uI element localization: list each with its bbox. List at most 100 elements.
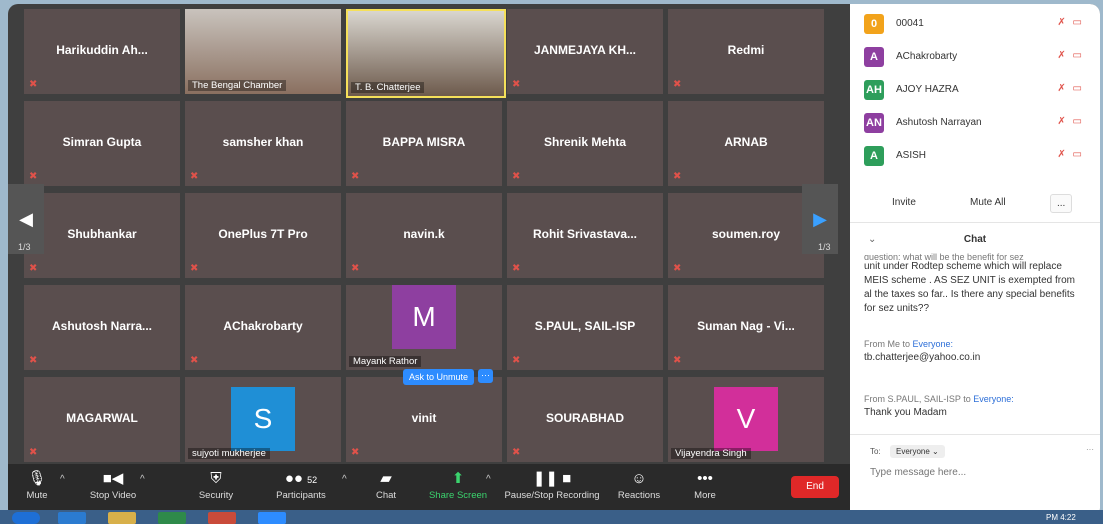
participant-name: soumen.roy <box>711 227 780 241</box>
zoom-app-icon[interactable] <box>258 512 286 524</box>
muted-mic-icon: ✖ <box>190 263 199 274</box>
panel-more-button[interactable]: ... <box>1050 194 1073 213</box>
participant-row[interactable]: AH AJOY HAZRA ✗ ▭ <box>864 80 1094 102</box>
participant-avatar: V <box>714 387 778 451</box>
participant-name: MAGARWAL <box>66 411 138 425</box>
mute-label: Mute <box>26 490 48 501</box>
folder-icon[interactable] <box>108 512 136 524</box>
video-options-caret-icon[interactable]: ^ <box>140 474 145 485</box>
recipient-dropdown[interactable]: Everyone ⌄ <box>890 445 945 458</box>
muted-status-icon: ✗ ▭ <box>1057 17 1084 28</box>
participant-tile[interactable]: SOURABHAD ✖ <box>507 377 663 462</box>
participant-name: Redmi <box>727 43 765 57</box>
participant-name: Harikuddin Ah... <box>56 43 148 57</box>
participant-tile[interactable]: V Vijayendra Singh <box>668 377 824 462</box>
participant-row-name: AChakrobarty <box>896 51 958 62</box>
mute-options-caret-icon[interactable]: ^ <box>60 474 65 485</box>
participant-name: ARNAB <box>724 135 768 149</box>
participants-button[interactable]: ●● 52 Participants <box>264 468 338 501</box>
participant-row-avatar: A <box>864 146 884 166</box>
participants-options-caret-icon[interactable]: ^ <box>342 474 347 485</box>
participant-row-name: ASISH <box>896 150 927 161</box>
chat-message-3: Thank you Madam <box>864 407 947 418</box>
participant-tile[interactable]: OnePlus 7T Pro ✖ <box>185 193 341 278</box>
start-icon[interactable] <box>12 512 40 524</box>
participant-name: JANMEJAYA KH... <box>533 43 637 57</box>
record-button[interactable]: ❚❚ ■ Pause/Stop Recording <box>502 468 602 501</box>
chrome-icon[interactable] <box>208 512 236 524</box>
muted-mic-icon: ✖ <box>351 447 360 458</box>
participant-row[interactable]: A AChakrobarty ✗ ▭ <box>864 47 1094 69</box>
excel-icon[interactable] <box>158 512 186 524</box>
ask-to-unmute-button[interactable]: Ask to Unmute <box>403 369 475 385</box>
participant-tile[interactable]: Redmi ✖ <box>668 9 824 94</box>
stop-video-button[interactable]: ■◀ Stop Video <box>76 468 150 501</box>
reactions-label: Reactions <box>617 490 661 501</box>
participant-tile[interactable]: Suman Nag - Vi... ✖ <box>668 285 824 370</box>
reactions-button[interactable]: ☺ Reactions <box>602 468 676 501</box>
participant-tile[interactable]: ARNAB ✖ <box>668 101 824 186</box>
participant-tile[interactable]: MAGARWAL ✖ <box>24 377 180 462</box>
participant-tile[interactable]: Ashutosh Narra... ✖ <box>24 285 180 370</box>
muted-mic-icon: ✖ <box>29 263 38 274</box>
participant-avatar: S <box>231 387 295 451</box>
participant-label: Mayank Rathor <box>349 356 422 367</box>
participant-row-avatar: A <box>864 47 884 67</box>
participant-tile[interactable]: Shrenik Mehta ✖ <box>507 101 663 186</box>
participant-tile[interactable]: M Mayank Rathor <box>346 285 502 370</box>
chat-message-input[interactable] <box>868 466 1092 479</box>
muted-mic-icon: ✖ <box>512 79 521 90</box>
participant-tile[interactable]: The Bengal Chamber <box>185 9 341 94</box>
muted-status-icon: ✗ ▭ <box>1057 149 1084 160</box>
participant-name: AChakrobarty <box>223 319 303 333</box>
share-screen-label: Share Screen <box>428 490 488 501</box>
security-label: Security <box>198 490 234 501</box>
chat-from-spaul-prefix: From S.PAUL, SAIL-ISP to <box>864 394 974 404</box>
participant-tile[interactable]: Ssujyoti mukherjee <box>185 377 341 462</box>
share-screen-button[interactable]: ⬆ Share Screen <box>421 468 495 501</box>
security-button[interactable]: ⛨ Security <box>179 468 253 501</box>
participant-tile[interactable]: Simran Gupta ✖ <box>24 101 180 186</box>
participant-tile[interactable]: Rohit Srivastava... ✖ <box>507 193 663 278</box>
participant-row[interactable]: AN Ashutosh Narrayan ✗ ▭ <box>864 113 1094 135</box>
smiley-icon: ☺ <box>631 470 647 487</box>
end-meeting-button[interactable]: End <box>791 476 839 498</box>
share-options-caret-icon[interactable]: ^ <box>486 474 491 485</box>
participant-name: vinit <box>411 411 437 425</box>
chat-button[interactable]: ▰ Chat <box>349 468 423 501</box>
more-button[interactable]: ••• More <box>668 468 742 501</box>
invite-button[interactable]: Invite <box>882 194 926 211</box>
participant-tile[interactable]: navin.k ✖ <box>346 193 502 278</box>
ie-icon[interactable] <box>58 512 86 524</box>
participant-name: Suman Nag - Vi... <box>697 319 795 333</box>
muted-mic-icon: ✖ <box>29 171 38 182</box>
participants-icon: ●● 52 <box>284 470 318 487</box>
chat-from-me: From Me to Everyone: <box>864 337 1084 351</box>
participant-tile[interactable]: AChakrobarty ✖ <box>185 285 341 370</box>
arrow-left-icon: ◀ <box>19 208 33 229</box>
chat-options-button[interactable]: ··· <box>1086 445 1094 454</box>
muted-mic-icon: ✖ <box>29 79 38 90</box>
participants-count: 52 <box>307 475 318 485</box>
participant-tile[interactable]: Harikuddin Ah... ✖ <box>24 9 180 94</box>
tile-more-button[interactable]: ··· <box>478 369 493 383</box>
participant-tile[interactable]: samsher khan ✖ <box>185 101 341 186</box>
participant-label: sujyoti mukherjee <box>188 448 270 459</box>
participant-tile[interactable]: Shubhankar ✖ <box>24 193 180 278</box>
participant-row[interactable]: A ASISH ✗ ▭ <box>864 146 1094 168</box>
participant-tile[interactable]: BAPPA MISRA ✖ <box>346 101 502 186</box>
participant-row[interactable]: 0 00041 ✗ ▭ <box>864 14 1094 36</box>
participant-tile[interactable]: soumen.roy ✖ <box>668 193 824 278</box>
participant-tile[interactable]: JANMEJAYA KH... ✖ <box>507 9 663 94</box>
muted-mic-icon: ✖ <box>673 355 682 366</box>
participant-tile[interactable]: vinit ✖ <box>346 377 502 462</box>
participant-tile[interactable]: S.PAUL, SAIL-ISP ✖ <box>507 285 663 370</box>
participant-tile[interactable]: T. B. Chatterjee <box>346 9 506 98</box>
system-clock: PM 4:22 <box>1046 513 1076 522</box>
participant-name: Ashutosh Narra... <box>51 319 153 333</box>
mute-all-button[interactable]: Mute All <box>960 194 1016 211</box>
participants-chat-panel: 0 00041 ✗ ▭ A AChakrobarty ✗ ▭ AH AJOY HAZRA ✗ ▭… <box>850 4 1100 518</box>
participant-name: SOURABHAD <box>546 411 624 425</box>
pause-stop-icon: ❚❚ ■ <box>532 470 572 487</box>
participant-label: T. B. Chatterjee <box>351 82 425 93</box>
